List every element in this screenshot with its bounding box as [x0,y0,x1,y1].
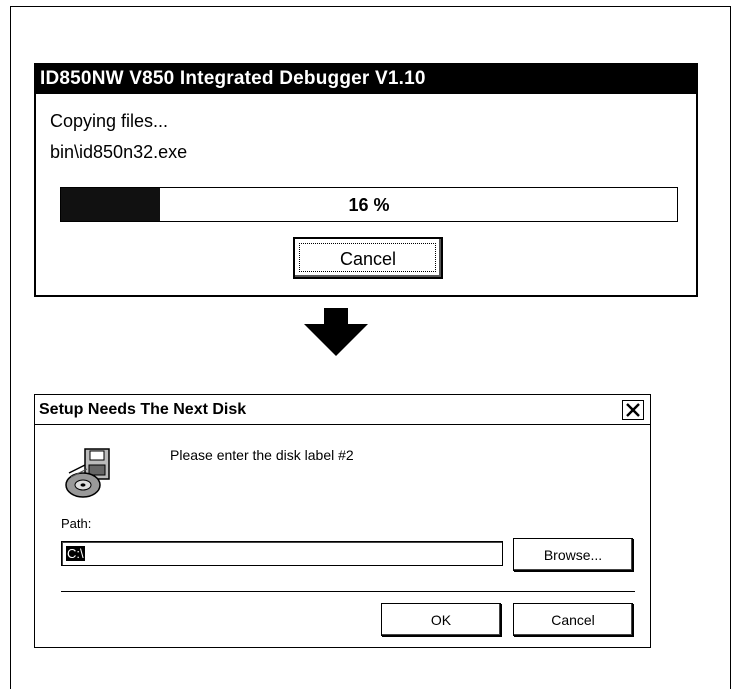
copy-cancel-button[interactable]: Cancel [293,237,443,279]
current-file-text: bin\id850n32.exe [50,142,188,162]
copy-status-text: Copying files... [50,111,169,131]
browse-label: Browse... [543,547,603,563]
path-label: Path: [61,516,92,531]
disk-cancel-label: Cancel [551,612,595,628]
copy-progress-dialog: ID850NW V850 Integrated Debugger V1.10 C… [34,63,698,297]
copy-dialog-title: ID850NW V850 Integrated Debugger V1.10 [40,68,426,89]
copy-dialog-titlebar[interactable]: ID850NW V850 Integrated Debugger V1.10 [36,65,696,94]
progress-bar: 16 % [60,187,678,222]
close-icon [626,403,640,417]
ok-button[interactable]: OK [381,603,501,636]
down-arrow-icon [304,308,368,356]
ok-label: OK [430,612,452,628]
disk-dialog-title: Setup Needs The Next Disk [39,401,247,418]
copy-cancel-label: Cancel [339,249,397,269]
disk-prompt-text: Please enter the disk label #2 [170,447,354,463]
path-input-value: C:\ [66,546,85,561]
browse-button[interactable]: Browse... [513,538,633,571]
disk-cancel-button[interactable]: Cancel [513,603,633,636]
path-input[interactable]: C:\ [61,541,503,566]
progress-percent: 16 % [348,195,390,215]
close-button[interactable] [622,400,644,420]
disk-dialog-titlebar[interactable]: Setup Needs The Next Disk [35,395,650,425]
next-disk-dialog: Setup Needs The Next Disk Please enter t… [34,394,651,648]
disk-drive-icon [65,448,110,498]
separator [61,591,635,592]
